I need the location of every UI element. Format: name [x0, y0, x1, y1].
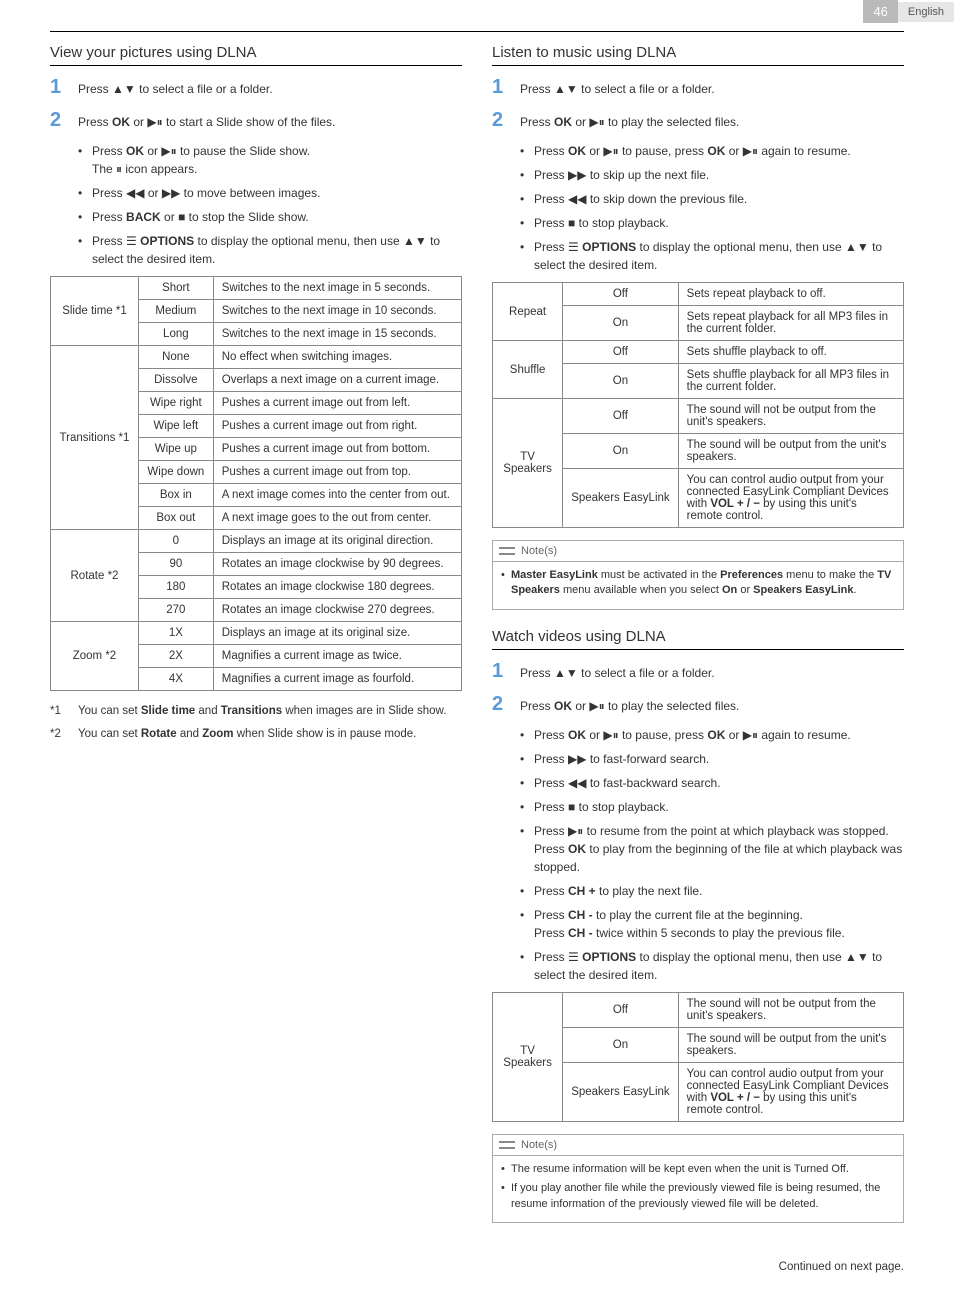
note-item: If you play another file while the previ… — [501, 1181, 895, 1212]
forward-icon: ▶▶ — [568, 752, 586, 766]
list-item: Press CH + to play the next file. — [520, 882, 904, 900]
music-options-table: Repeat OffSets repeat playback to off. O… — [492, 282, 904, 528]
stop-icon: ■ — [568, 216, 575, 230]
step-text: Press OK or ▶⏸ to play the selected file… — [520, 693, 904, 715]
up-down-icon: ▲▼ — [403, 234, 427, 248]
note-icon — [499, 1139, 515, 1151]
play-pause-icon: ▶⏸ — [603, 144, 618, 158]
left-column: View your pictures using DLNA 1 Press ▲▼… — [50, 44, 462, 1241]
stop-icon: ■ — [568, 800, 575, 814]
music-note: Note(s) Master EasyLink must be activate… — [492, 540, 904, 610]
step-number: 1 — [492, 76, 520, 99]
step-number: 2 — [50, 109, 78, 132]
pictures-steps: 1 Press ▲▼ to select a file or a folder.… — [50, 76, 462, 132]
list-item: Press CH - to play the current file at t… — [520, 906, 904, 942]
step-number: 1 — [492, 660, 520, 683]
pause-icon: ⏸ — [116, 162, 122, 176]
step-number: 2 — [492, 109, 520, 132]
step-text: Press ▲▼ to select a file or a folder. — [78, 76, 462, 98]
up-down-icon: ▲▼ — [845, 950, 869, 964]
page-header: 46 English — [0, 0, 954, 23]
list-item: Press ☰ OPTIONS to display the optional … — [520, 948, 904, 984]
forward-icon: ▶▶ — [162, 186, 180, 200]
music-steps: 1 Press ▲▼ to select a file or a folder.… — [492, 76, 904, 132]
right-column: Listen to music using DLNA 1 Press ▲▼ to… — [492, 44, 904, 1241]
note-item: Master EasyLink must be activated in the… — [501, 568, 895, 599]
list-item: Press ▶▶ to skip up the next file. — [520, 166, 904, 184]
list-item: Press ☰ OPTIONS to display the optional … — [520, 238, 904, 274]
pictures-title: View your pictures using DLNA — [50, 44, 462, 66]
up-down-icon: ▲▼ — [112, 82, 136, 96]
music-bullets: Press OK or ▶⏸ to pause, press OK or ▶⏸ … — [492, 142, 904, 274]
play-pause-icon: ▶⏸ — [743, 728, 758, 742]
up-down-icon: ▲▼ — [554, 666, 578, 680]
list-item: Press BACK or ■ to stop the Slide show. — [78, 208, 462, 226]
header-rule — [50, 31, 904, 32]
step-number: 1 — [50, 76, 78, 99]
list-item: Press ◀◀ to skip down the previous file. — [520, 190, 904, 208]
play-pause-icon: ▶⏸ — [743, 144, 758, 158]
note-icon — [499, 545, 515, 557]
pictures-footnotes: *1You can set Slide time and Transitions… — [50, 703, 462, 744]
step-number: 2 — [492, 693, 520, 716]
list-item: Press ▶▶ to fast-forward search. — [520, 750, 904, 768]
play-pause-icon: ▶⏸ — [161, 144, 176, 158]
options-key-icon: ☰ — [126, 234, 137, 248]
list-item: Press OK or ▶⏸ to pause, press OK or ▶⏸ … — [520, 726, 904, 744]
step-text: Press ▲▼ to select a file or a folder. — [520, 660, 904, 682]
play-pause-icon: ▶⏸ — [589, 115, 604, 129]
video-title: Watch videos using DLNA — [492, 628, 904, 650]
list-item: Press ■ to stop playback. — [520, 798, 904, 816]
note-item: The resume information will be kept even… — [501, 1162, 895, 1177]
forward-icon: ▶▶ — [568, 168, 586, 182]
options-key-icon: ☰ — [568, 240, 579, 254]
list-item: Press ■ to stop playback. — [520, 214, 904, 232]
rewind-icon: ◀◀ — [126, 186, 144, 200]
up-down-icon: ▲▼ — [554, 82, 578, 96]
pictures-options-table: Slide time *1 ShortSwitches to the next … — [50, 276, 462, 691]
play-pause-icon: ▶⏸ — [603, 728, 618, 742]
list-item: Press OK or ▶⏸ to pause the Slide show.T… — [78, 142, 462, 178]
pictures-bullets: Press OK or ▶⏸ to pause the Slide show.T… — [50, 142, 462, 268]
continued-label: Continued on next page. — [0, 1241, 954, 1303]
step-text: Press ▲▼ to select a file or a folder. — [520, 76, 904, 98]
play-pause-icon: ▶⏸ — [568, 824, 583, 838]
language-label: English — [898, 2, 954, 22]
rewind-icon: ◀◀ — [568, 776, 586, 790]
video-options-table: TV Speakers OffThe sound will not be out… — [492, 992, 904, 1122]
step-text: Press OK or ▶⏸ to start a Slide show of … — [78, 109, 462, 131]
video-bullets: Press OK or ▶⏸ to pause, press OK or ▶⏸ … — [492, 726, 904, 984]
rewind-icon: ◀◀ — [568, 192, 586, 206]
video-note: Note(s) The resume information will be k… — [492, 1134, 904, 1223]
page-number: 46 — [863, 0, 897, 23]
list-item: Press OK or ▶⏸ to pause, press OK or ▶⏸ … — [520, 142, 904, 160]
list-item: Press ◀◀ or ▶▶ to move between images. — [78, 184, 462, 202]
step-text: Press OK or ▶⏸ to play the selected file… — [520, 109, 904, 131]
play-pause-icon: ▶⏸ — [589, 699, 604, 713]
play-pause-icon: ▶⏸ — [147, 115, 162, 129]
list-item: Press ◀◀ to fast-backward search. — [520, 774, 904, 792]
options-key-icon: ☰ — [568, 950, 579, 964]
stop-icon: ■ — [178, 210, 185, 224]
up-down-icon: ▲▼ — [845, 240, 869, 254]
list-item: Press ☰ OPTIONS to display the optional … — [78, 232, 462, 268]
list-item: Press ▶⏸ to resume from the point at whi… — [520, 822, 904, 876]
video-steps: 1 Press ▲▼ to select a file or a folder.… — [492, 660, 904, 716]
music-title: Listen to music using DLNA — [492, 44, 904, 66]
